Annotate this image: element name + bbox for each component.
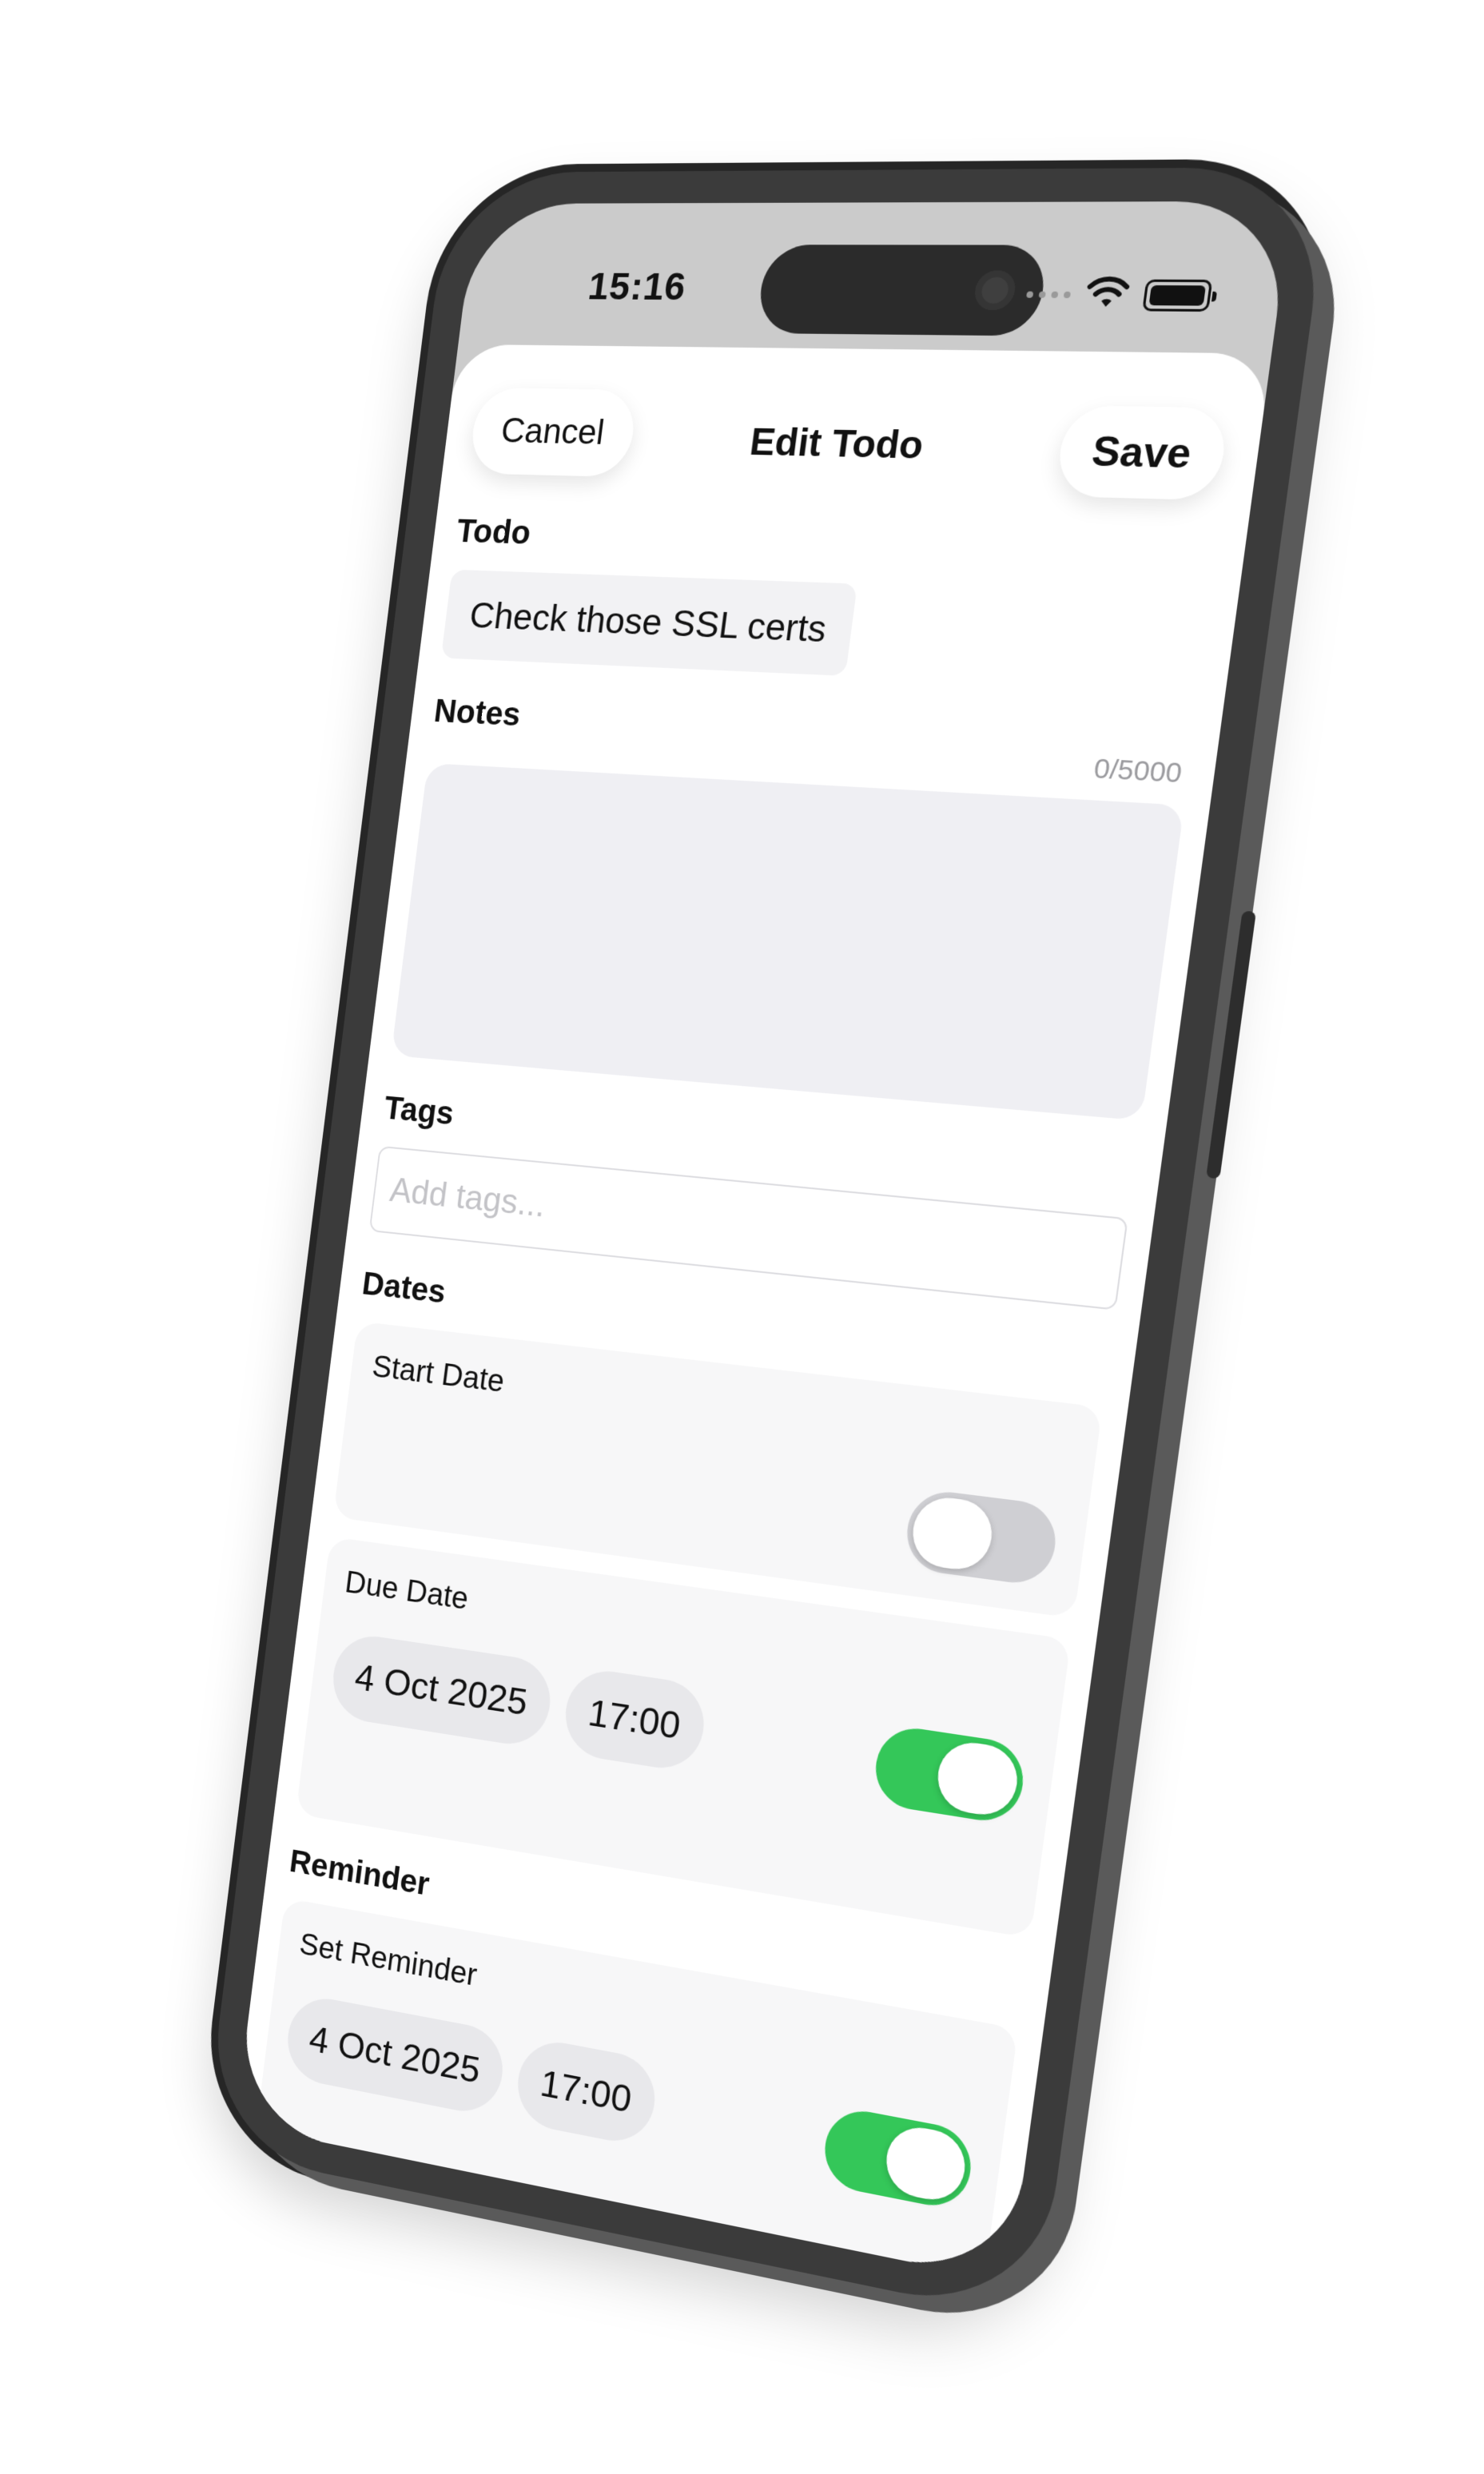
notes-label: Notes bbox=[432, 691, 523, 734]
due-date-picker[interactable]: 4 Oct 2025 bbox=[328, 1631, 555, 1750]
reminder-time-picker[interactable]: 17:00 bbox=[512, 2035, 660, 2149]
save-button[interactable]: Save bbox=[1054, 405, 1230, 501]
reminder-date-picker[interactable]: 4 Oct 2025 bbox=[283, 1992, 508, 2118]
phone-frame: 15:16 Cancel Edit Todo Save Todo Check t… bbox=[203, 166, 1332, 2321]
notes-counter: 0/5000 bbox=[1092, 753, 1184, 790]
wifi-icon bbox=[1083, 275, 1132, 314]
toggle-knob bbox=[909, 1494, 997, 1573]
side-button bbox=[1206, 910, 1256, 1179]
edit-todo-sheet: Cancel Edit Todo Save Todo Check those S… bbox=[235, 344, 1272, 2282]
battery-level bbox=[1148, 284, 1207, 306]
phone-device: 15:16 Cancel Edit Todo Save Todo Check t… bbox=[203, 166, 1332, 2321]
todo-field[interactable]: Check those SSL certs bbox=[440, 569, 858, 676]
form-content: Todo Check those SSL certs Notes 0/5000 … bbox=[235, 512, 1221, 2282]
nav-bar: Cancel Edit Todo Save bbox=[438, 344, 1271, 531]
camera-icon bbox=[973, 270, 1018, 311]
phone-screen: 15:16 Cancel Edit Todo Save Todo Check t… bbox=[235, 201, 1293, 2282]
notes-field[interactable] bbox=[391, 762, 1184, 1121]
battery-icon bbox=[1142, 279, 1213, 312]
screenshot-stage: 15:16 Cancel Edit Todo Save Todo Check t… bbox=[0, 0, 1484, 2474]
status-time: 15:16 bbox=[586, 265, 689, 309]
signal-icon bbox=[1026, 291, 1072, 298]
due-time-picker[interactable]: 17:00 bbox=[560, 1665, 710, 1774]
toggle-knob bbox=[882, 2122, 969, 2206]
start-date-toggle[interactable] bbox=[902, 1487, 1060, 1588]
status-icons bbox=[1024, 275, 1213, 315]
toggle-knob bbox=[933, 1738, 1022, 1820]
dynamic-island bbox=[755, 245, 1049, 336]
